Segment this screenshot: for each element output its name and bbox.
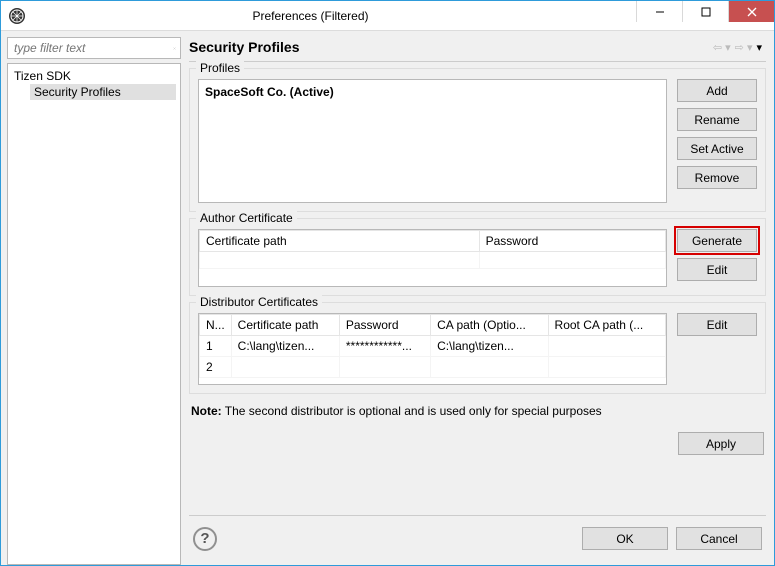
content-root: Tizen SDK Security Profiles Security Pro… (1, 31, 774, 565)
author-cert-table[interactable]: Certificate path Password (198, 229, 667, 287)
clear-filter-icon[interactable] (173, 41, 176, 55)
window-controls (636, 1, 774, 22)
remove-button[interactable]: Remove (677, 166, 757, 189)
profiles-group-label: Profiles (196, 61, 244, 75)
back-icon[interactable]: ⇦ ▾ (713, 41, 731, 54)
generate-button[interactable]: Generate (677, 229, 757, 252)
col-root-ca[interactable]: Root CA path (... (548, 315, 665, 336)
rename-button[interactable]: Rename (677, 108, 757, 131)
close-button[interactable] (728, 1, 774, 22)
col-ca-path[interactable]: CA path (Optio... (431, 315, 548, 336)
col-cert-path[interactable]: Certificate path (200, 231, 480, 252)
left-pane: Tizen SDK Security Profiles (7, 37, 187, 565)
dist-edit-button[interactable]: Edit (677, 313, 757, 336)
author-certificate-group: Author Certificate Certificate path Pass… (189, 218, 766, 296)
minimize-button[interactable] (636, 1, 682, 22)
dist-group-label: Distributor Certificates (196, 295, 322, 309)
table-row[interactable]: 1 C:\lang\tizen... ************... C:\la… (200, 336, 666, 357)
filter-box[interactable] (7, 37, 181, 59)
col-dist-password[interactable]: Password (339, 315, 430, 336)
main-scroll: Profiles SpaceSoft Co. (Active) Add Rena… (187, 62, 768, 507)
col-dist-cert-path[interactable]: Certificate path (231, 315, 339, 336)
right-pane: Security Profiles ⇦ ▾ ⇨ ▾ ▾ Profiles Spa… (187, 37, 768, 565)
maximize-button[interactable] (682, 1, 728, 22)
header-row: Security Profiles ⇦ ▾ ⇨ ▾ ▾ (187, 37, 768, 61)
note-text: Note: The second distributor is optional… (189, 400, 766, 426)
author-password-cell[interactable] (479, 252, 665, 269)
preferences-window: Preferences (Filtered) Tizen SDK Securit… (0, 0, 775, 566)
set-active-button[interactable]: Set Active (677, 137, 757, 160)
app-icon (9, 8, 25, 24)
help-icon[interactable]: ? (193, 527, 217, 551)
view-menu-icon[interactable]: ▾ (756, 41, 762, 54)
page-title: Security Profiles (189, 39, 713, 55)
col-password[interactable]: Password (479, 231, 665, 252)
col-num[interactable]: N... (200, 315, 232, 336)
profiles-list[interactable]: SpaceSoft Co. (Active) (198, 79, 667, 203)
tree-item-security-profiles[interactable]: Security Profiles (30, 84, 176, 100)
apply-button[interactable]: Apply (678, 432, 764, 455)
profiles-group: Profiles SpaceSoft Co. (Active) Add Rena… (189, 68, 766, 212)
author-cert-path-cell[interactable] (200, 252, 480, 269)
filter-input[interactable] (12, 40, 173, 56)
header-nav: ⇦ ▾ ⇨ ▾ ▾ (713, 41, 762, 54)
add-button[interactable]: Add (677, 79, 757, 102)
distributor-table[interactable]: N... Certificate path Password CA path (… (198, 313, 667, 385)
table-row[interactable]: 2 (200, 357, 666, 378)
author-group-label: Author Certificate (196, 211, 297, 225)
author-edit-button[interactable]: Edit (677, 258, 757, 281)
cancel-button[interactable]: Cancel (676, 527, 762, 550)
tree-item-tizen-sdk[interactable]: Tizen SDK (12, 68, 176, 84)
profile-entry[interactable]: SpaceSoft Co. (Active) (203, 84, 662, 100)
ok-button[interactable]: OK (582, 527, 668, 550)
titlebar: Preferences (Filtered) (1, 1, 774, 31)
window-title: Preferences (Filtered) (25, 9, 636, 23)
nav-tree: Tizen SDK Security Profiles (7, 63, 181, 565)
forward-icon[interactable]: ⇨ ▾ (735, 41, 753, 54)
bottom-bar: ? OK Cancel (189, 515, 766, 561)
distributor-certificates-group: Distributor Certificates N... Certificat… (189, 302, 766, 394)
